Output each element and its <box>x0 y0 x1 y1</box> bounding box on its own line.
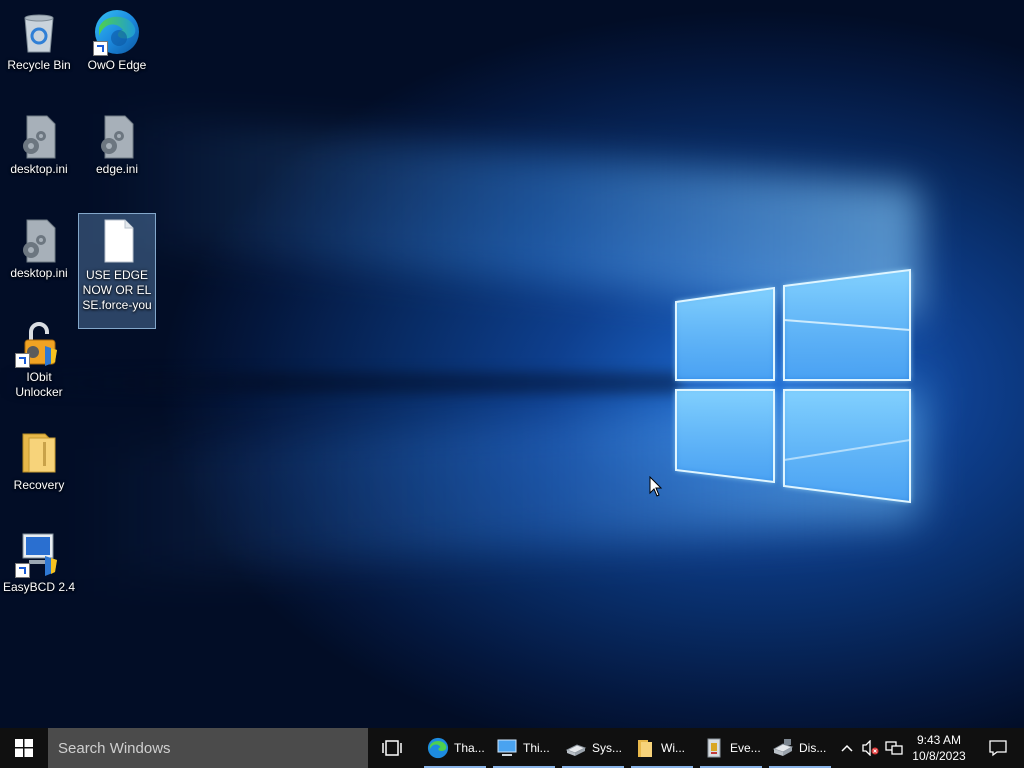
desktop-icon-label: USE EDGE NOW OR ELSE.force-you <box>82 268 152 312</box>
show-hidden-icons-button[interactable] <box>836 728 858 768</box>
easybcd-icon <box>15 530 63 578</box>
clock-date: 10/8/2023 <box>912 749 966 763</box>
taskbar-app-label: Thi... <box>523 741 550 755</box>
edge-icon <box>427 737 449 759</box>
desktop-icon-label: Recovery <box>13 478 65 492</box>
desktop-icon-iobit-unlocker[interactable]: IObit Unlocker <box>1 316 77 400</box>
taskbar-app-windows-folder[interactable]: Wi... <box>629 728 695 768</box>
network-button[interactable] <box>882 728 906 768</box>
event-viewer-icon <box>703 737 725 759</box>
wallpaper-shadow-band <box>0 372 680 394</box>
desktop-icon-label: Recycle Bin <box>7 58 71 72</box>
clock[interactable]: 9:43 AM 10/8/2023 <box>906 728 972 768</box>
volume-muted-icon <box>862 740 879 756</box>
taskbar: Tha... Thi... Sys... Wi... <box>0 728 1024 768</box>
taskbar-app-system[interactable]: Sys... <box>560 728 626 768</box>
drive-icon <box>565 737 587 759</box>
edge-icon <box>93 8 141 56</box>
folder-icon <box>634 737 656 759</box>
desktop-icon-label: IObit Unlocker <box>15 370 63 399</box>
desktop-icon-use-edge-file[interactable]: USE EDGE NOW OR ELSE.force-you <box>78 213 156 329</box>
desktop-icon-easybcd[interactable]: EasyBCD 2.4 <box>1 526 77 595</box>
volume-button[interactable] <box>858 728 882 768</box>
taskbar-app-label: Sys... <box>592 741 623 755</box>
recycle-bin-icon <box>15 8 63 56</box>
mouse-cursor-icon <box>649 476 663 497</box>
clock-time: 9:43 AM <box>916 733 962 747</box>
folder-icon <box>15 428 63 476</box>
shortcut-arrow-icon <box>15 563 30 578</box>
shortcut-arrow-icon <box>15 353 30 368</box>
desktop-icon-label: OwO Edge <box>87 58 147 72</box>
taskbar-app-label: Tha... <box>454 741 485 755</box>
taskbar-app-label: Wi... <box>661 741 685 755</box>
disk-management-icon <box>772 737 794 759</box>
taskbar-app-disk-management[interactable]: Dis... <box>767 728 833 768</box>
network-icon <box>885 741 903 755</box>
desktop[interactable]: Recycle Bin OwO Edge desktop.ini edge.in… <box>0 0 1024 728</box>
settings-file-icon <box>15 216 63 264</box>
blank-file-icon <box>93 218 141 266</box>
desktop-icon-label: desktop.ini <box>10 266 68 280</box>
desktop-icon-owo-edge[interactable]: OwO Edge <box>79 4 155 73</box>
chevron-up-icon <box>841 744 853 752</box>
desktop-icon-label: desktop.ini <box>10 162 68 176</box>
settings-file-icon <box>15 112 63 160</box>
desktop-icon-label: EasyBCD 2.4 <box>2 580 76 594</box>
desktop-icon-recovery[interactable]: Recovery <box>1 424 77 493</box>
desktop-icon-edge-ini[interactable]: edge.ini <box>79 108 155 177</box>
windows-logo-wallpaper <box>675 268 911 504</box>
task-view-button[interactable] <box>370 728 414 768</box>
taskbar-app-event-viewer[interactable]: Eve... <box>698 728 764 768</box>
search-input[interactable] <box>56 738 360 758</box>
taskbar-app-label: Dis... <box>799 741 827 755</box>
settings-file-icon <box>93 112 141 160</box>
unlocker-icon <box>15 320 63 368</box>
this-pc-icon <box>496 737 518 759</box>
desktop-icon-recycle-bin[interactable]: Recycle Bin <box>1 4 77 73</box>
shortcut-arrow-icon <box>93 41 108 56</box>
notifications-icon <box>989 740 1007 757</box>
desktop-icon-label: edge.ini <box>95 162 139 176</box>
desktop-icon-desktop-ini-2[interactable]: desktop.ini <box>1 212 77 281</box>
taskbar-app-edge[interactable]: Tha... <box>422 728 488 768</box>
start-button[interactable] <box>0 728 48 768</box>
task-view-icon <box>382 740 402 756</box>
search-box[interactable] <box>48 728 368 768</box>
action-center-button[interactable] <box>978 728 1018 768</box>
taskbar-app-label: Eve... <box>730 741 761 755</box>
taskbar-app-this-pc[interactable]: Thi... <box>491 728 557 768</box>
windows-start-icon <box>15 739 33 757</box>
desktop-icon-desktop-ini[interactable]: desktop.ini <box>1 108 77 177</box>
